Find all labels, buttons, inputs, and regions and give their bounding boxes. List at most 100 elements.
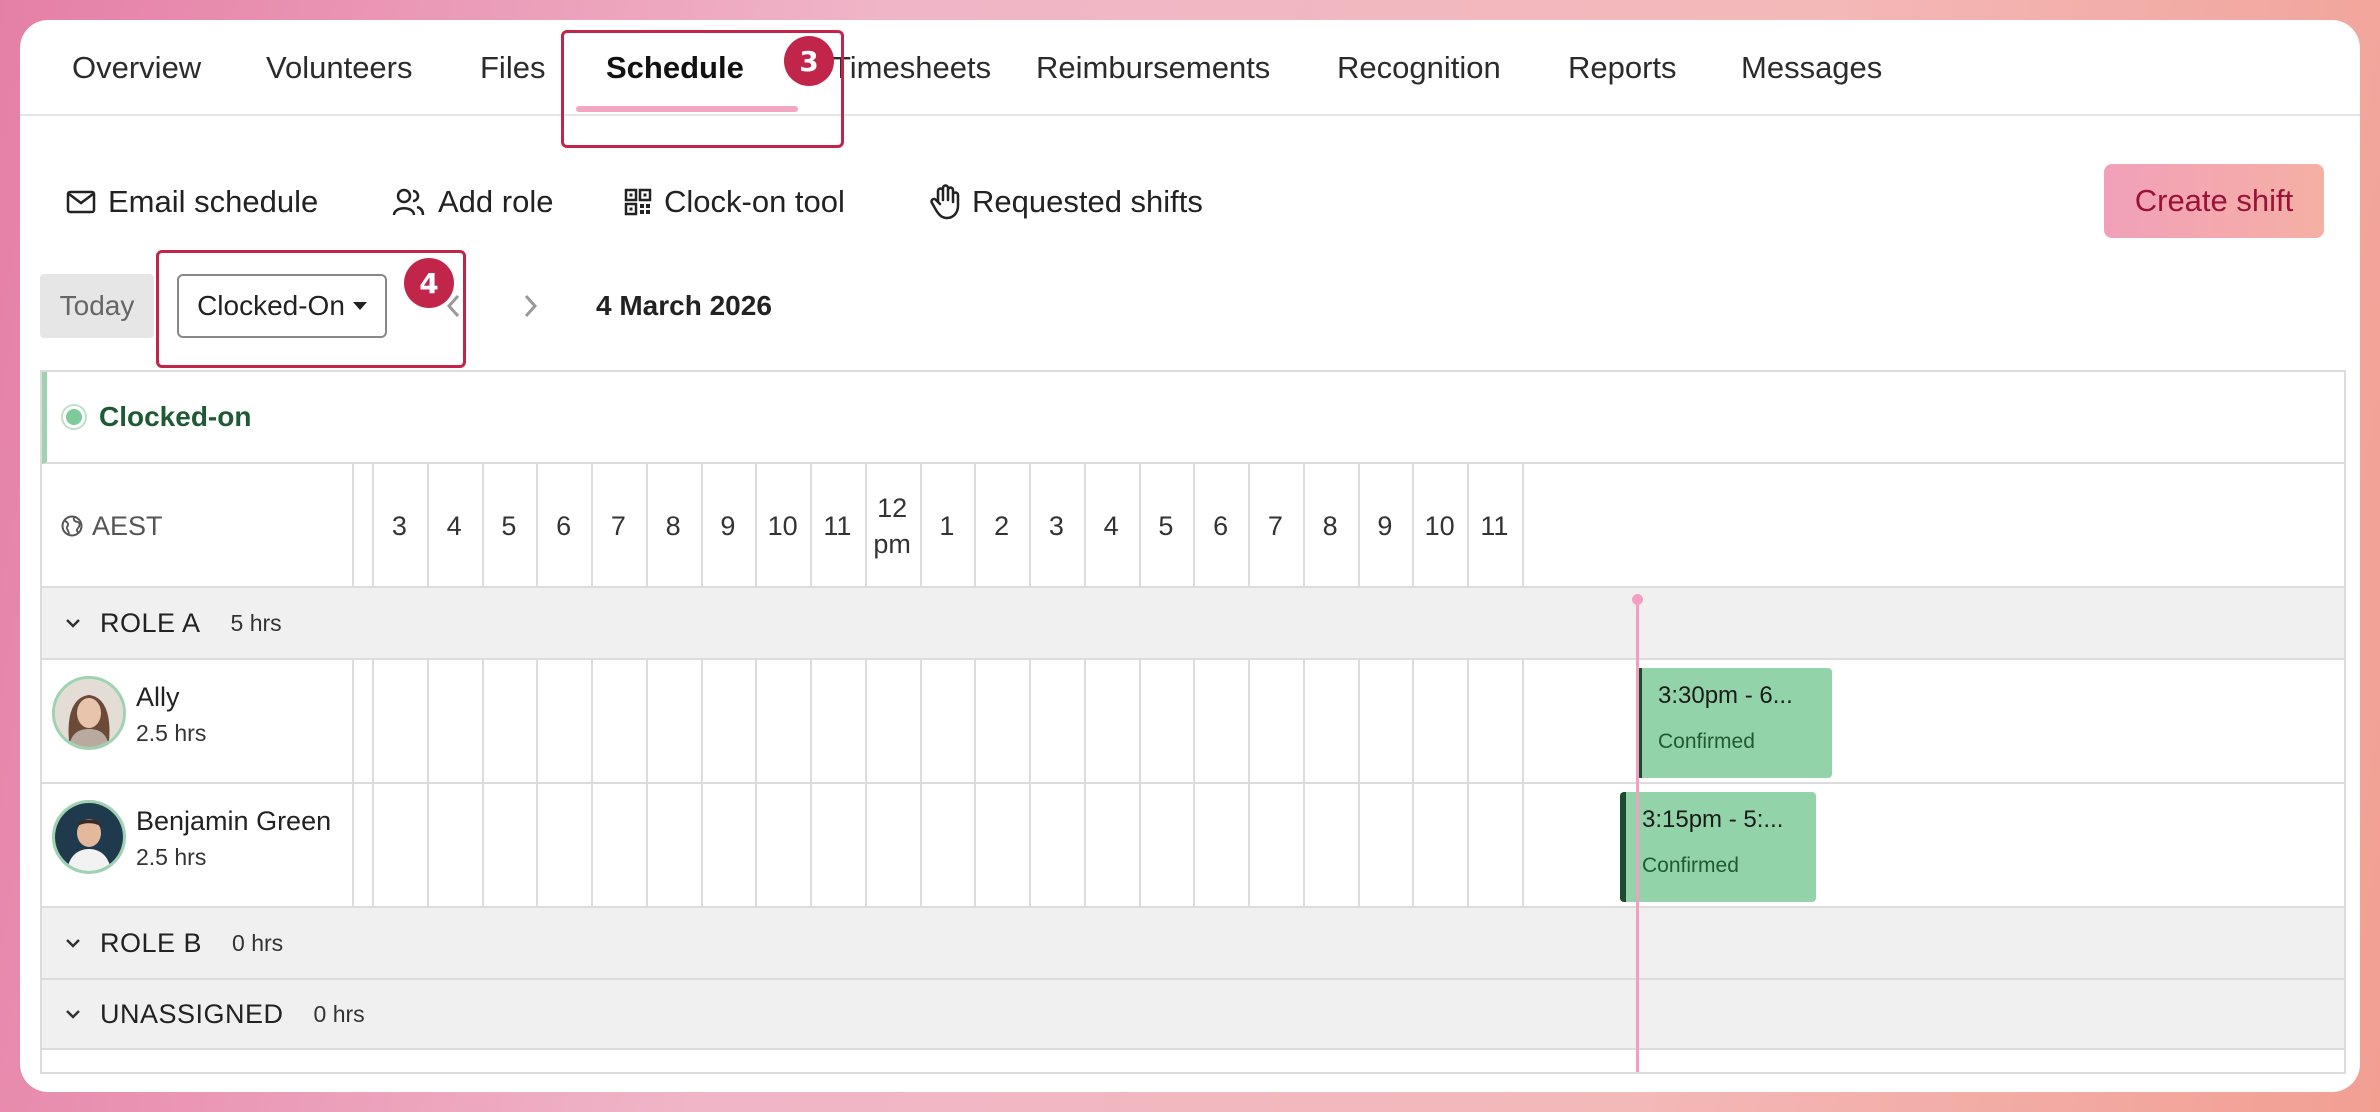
hour-label: 9 — [1377, 511, 1393, 541]
shift-status: Confirmed — [1642, 854, 1739, 877]
grid-line — [701, 464, 703, 588]
grid-line — [865, 464, 867, 588]
hour-label: 6 — [1213, 511, 1229, 541]
shift-block[interactable]: 3:30pm - 6... Confirmed — [1636, 668, 1832, 778]
hour-label: 10 — [1424, 511, 1455, 541]
tab-reports[interactable]: Reports — [1568, 20, 1677, 116]
group-row-role-b[interactable]: ROLE B 0 hrs — [42, 908, 2344, 980]
hour-label: 5 — [1158, 511, 1174, 541]
tab-timesheets[interactable]: Timesheets — [832, 20, 991, 116]
envelope-icon — [66, 190, 96, 214]
avatar[interactable] — [52, 800, 126, 874]
grid-line — [1522, 464, 1524, 588]
chevron-down-icon — [66, 939, 80, 948]
hour-label: 1 — [939, 511, 955, 541]
shift-time: 3:15pm - 5:... — [1642, 806, 1784, 833]
requested-shifts-button[interactable]: Requested shifts — [930, 180, 1203, 224]
clocked-on-filter-row: Clocked-on — [42, 372, 2344, 464]
timezone-label: AEST — [60, 464, 163, 588]
users-icon — [392, 188, 425, 216]
app-window: Overview Volunteers Files Schedule Times… — [20, 20, 2360, 1092]
current-time-line — [1636, 599, 1639, 1072]
group-hours: 0 hrs — [313, 1000, 365, 1027]
clock-on-tool-button[interactable]: Clock-on tool — [624, 180, 845, 224]
hour-label: 10 — [767, 511, 798, 541]
grid-line — [1467, 464, 1469, 588]
next-date-button[interactable] — [510, 286, 550, 326]
group-row-unassigned[interactable]: UNASSIGNED 0 hrs — [42, 980, 2344, 1050]
hour-label: 3 — [391, 511, 407, 541]
hour-label: 8 — [665, 511, 681, 541]
requested-shifts-label: Requested shifts — [972, 184, 1203, 219]
hour-label: 7 — [1267, 511, 1283, 541]
grid-line — [536, 464, 538, 588]
grid-line — [755, 464, 757, 588]
shift-status: Confirmed — [1658, 730, 1755, 753]
tab-recognition[interactable]: Recognition — [1337, 20, 1501, 116]
grid-line — [1303, 464, 1305, 588]
grid-line — [372, 464, 374, 588]
group-row-role-a[interactable]: ROLE A 5 hrs — [42, 588, 2344, 660]
qr-code-icon — [624, 188, 652, 216]
group-name: UNASSIGNED — [100, 998, 284, 1029]
raised-hand-icon — [930, 184, 960, 220]
hour-label: 7 — [610, 511, 626, 541]
create-shift-button[interactable]: Create shift — [2104, 164, 2324, 238]
timezone-text: AEST — [92, 510, 163, 541]
step-badge-3: 3 — [784, 36, 834, 86]
today-button[interactable]: Today — [40, 274, 154, 338]
person-name: Benjamin Green — [136, 806, 332, 836]
person-hours: 2.5 hrs — [136, 844, 207, 870]
group-name: ROLE B — [100, 927, 203, 958]
chevron-down-icon — [66, 619, 80, 628]
avatar-photo — [55, 803, 123, 871]
chevron-down-icon — [66, 1010, 80, 1019]
current-date: 4 March 2026 — [596, 290, 772, 321]
tab-messages[interactable]: Messages — [1741, 20, 1882, 116]
grid-line — [1029, 464, 1031, 588]
tab-overview[interactable]: Overview — [72, 20, 201, 116]
step-badge-4: 4 — [404, 258, 454, 308]
grid-line — [591, 464, 593, 588]
grid-line — [810, 464, 812, 588]
avatar[interactable] — [52, 676, 126, 750]
avatar-photo — [55, 679, 123, 747]
hour-label: 9 — [720, 511, 736, 541]
grid-line — [1084, 464, 1086, 588]
person-row-benjamin-green: Benjamin Green 2.5 hrs 3:15pm - 5:... Co… — [42, 784, 2344, 908]
person-hours: 2.5 hrs — [136, 720, 207, 746]
email-schedule-button[interactable]: Email schedule — [66, 180, 318, 224]
hour-label: 6 — [556, 511, 572, 541]
hour-label: 11 — [823, 511, 852, 541]
grid-line — [1412, 464, 1414, 588]
tab-volunteers[interactable]: Volunteers — [266, 20, 413, 116]
schedule-grid: Clocked-on AEST 3 4 5 6 7 8 9 10 11 12 pm 1 2 3 4 5 6 7 8 9… — [40, 370, 2346, 1074]
email-schedule-label: Email schedule — [108, 184, 319, 219]
hour-label: 2 — [994, 511, 1010, 541]
hour-label: 4 — [446, 511, 462, 541]
shift-time: 3:30pm - 6... — [1658, 682, 1793, 709]
person-row-ally: Ally 2.5 hrs 3:30pm - 6... Confirmed — [42, 660, 2344, 784]
hour-label: 4 — [1103, 511, 1119, 541]
group-hours: 5 hrs — [230, 609, 282, 636]
add-role-label: Add role — [438, 184, 554, 219]
grid-line — [1248, 464, 1250, 588]
hour-label: 3 — [1048, 511, 1064, 541]
tab-reimbursements[interactable]: Reimbursements — [1036, 20, 1270, 116]
status-dot-icon — [61, 404, 87, 430]
grid-line — [920, 464, 922, 588]
tab-bar: Overview Volunteers Files Schedule Times… — [20, 20, 2360, 116]
add-role-button[interactable]: Add role — [392, 180, 553, 224]
grid-line — [1358, 464, 1360, 588]
person-name: Ally — [136, 682, 180, 712]
tab-files[interactable]: Files — [480, 20, 545, 116]
hour-label: 12 pm — [873, 493, 911, 559]
hour-label: 11 — [1480, 511, 1509, 541]
grid-line — [482, 464, 484, 588]
grid-line — [1139, 464, 1141, 588]
grid-line — [646, 464, 648, 588]
group-name: ROLE A — [100, 607, 201, 638]
clock-on-tool-label: Clock-on tool — [664, 184, 845, 219]
shift-block[interactable]: 3:15pm - 5:... Confirmed — [1620, 792, 1816, 902]
grid-line — [427, 464, 429, 588]
